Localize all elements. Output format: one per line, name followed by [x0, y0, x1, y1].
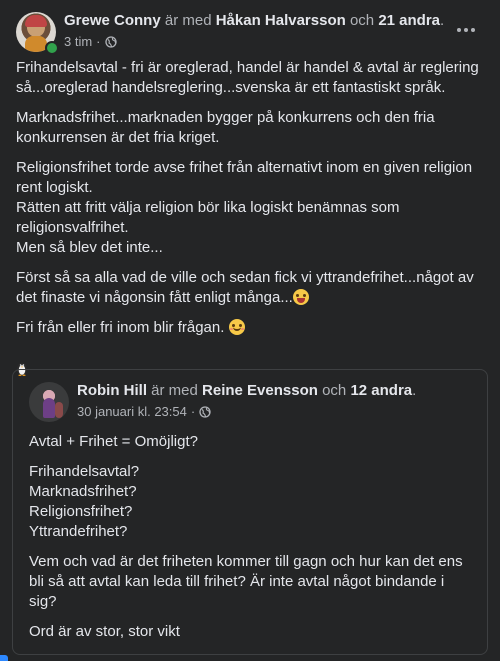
shared-post-meta: 30 januari kl. 23:54 ·: [77, 404, 467, 420]
shared-post[interactable]: Robin Hill är med Reine Evensson och 12 …: [12, 369, 488, 655]
scroll-indicator: [0, 655, 8, 661]
post-paragraph-with-emoji: Först så sa alla vad de ville och sedan …: [16, 268, 484, 308]
post-paragraph-text: Fri från eller fri inom blir frågan.: [16, 319, 225, 336]
emoji-cheek: [240, 328, 244, 330]
avatar-figure-shape: [55, 402, 63, 418]
shared-others-link[interactable]: 12 andra: [350, 382, 412, 399]
others-link[interactable]: 21 andra: [378, 12, 440, 29]
post-paragraph-with-emoji: Fri från eller fri inom blir frågan.: [16, 318, 484, 338]
shared-tagged-person-link[interactable]: Reine Evensson: [202, 382, 318, 399]
emoji-eye: [295, 294, 299, 297]
shared-post-body: Avtal + Frihet = Omöjligt? Frihandelsavt…: [29, 432, 473, 652]
shared-paragraph: Avtal + Frihet = Omöjligt?: [29, 433, 198, 450]
more-options-icon-dot: [471, 28, 475, 32]
shared-paragraph: Ord är av stor, stor vikt: [29, 623, 180, 640]
post-paragraph: Frihandelsavtal - fri är oreglerad, hand…: [16, 59, 479, 96]
more-options-icon-dot: [464, 28, 468, 32]
and-text: och: [349, 12, 375, 29]
emoji-mouth: [296, 298, 305, 303]
avatar-hat-shape: [25, 15, 47, 27]
author-line: Grewe Conny är med Håkan Halvarsson och …: [64, 12, 464, 30]
emoji-mouth: [232, 327, 241, 331]
post-header-text: Grewe Conny är med Håkan Halvarsson och …: [64, 12, 464, 50]
shared-author-line: Robin Hill är med Reine Evensson och 12 …: [77, 382, 467, 400]
post-time-link[interactable]: 3 tim: [64, 34, 92, 50]
shared-post-time-link[interactable]: 30 januari kl. 23:54: [77, 404, 187, 420]
shared-paragraph: Vem och vad är det friheten kommer till …: [29, 553, 463, 610]
globe-icon[interactable]: [199, 406, 211, 418]
globe-icon[interactable]: [104, 36, 117, 48]
end-period: .: [412, 382, 417, 399]
post-paragraph-text: Först så sa alla vad de ville och sedan …: [16, 269, 474, 306]
post-meta: 3 tim ·: [64, 34, 464, 50]
more-options-icon: [457, 28, 461, 32]
shared-author-name-link[interactable]: Robin Hill: [77, 382, 147, 399]
avatar-figure-shape: [43, 398, 55, 418]
shared-paragraph: Frihandelsavtal? Marknadsfrihet? Religio…: [29, 463, 140, 540]
post-paragraph: Marknadsfrihet...marknaden bygger på kon…: [16, 109, 435, 146]
with-text: är med: [151, 382, 198, 399]
post-header: Grewe Conny är med Håkan Halvarsson och …: [16, 12, 484, 56]
emoji-eye: [302, 294, 306, 297]
and-text: och: [322, 382, 347, 399]
author-name-link[interactable]: Grewe Conny: [64, 12, 161, 29]
shared-header-text: Robin Hill är med Reine Evensson och 12 …: [77, 382, 467, 420]
more-options-button[interactable]: [448, 16, 484, 44]
meta-separator: ·: [190, 404, 196, 419]
post-paragraph: Religionsfrihet torde avse frihet från a…: [16, 159, 473, 256]
online-status-indicator: [45, 41, 59, 55]
smiling-face-emoji: [228, 319, 245, 335]
tagged-person-link[interactable]: Håkan Halvarsson: [216, 12, 346, 29]
meta-separator: ·: [96, 34, 101, 49]
emoji-cheek: [229, 328, 233, 330]
end-period: .: [440, 12, 445, 29]
zany-face-emoji: [292, 289, 309, 305]
post-body: Frihandelsavtal - fri är oreglerad, hand…: [16, 58, 484, 382]
facebook-post: Grewe Conny är med Håkan Halvarsson och …: [0, 0, 500, 661]
with-text: är med: [164, 12, 212, 29]
avatar-body-shape: [25, 36, 47, 52]
shared-author-avatar[interactable]: [29, 382, 69, 422]
